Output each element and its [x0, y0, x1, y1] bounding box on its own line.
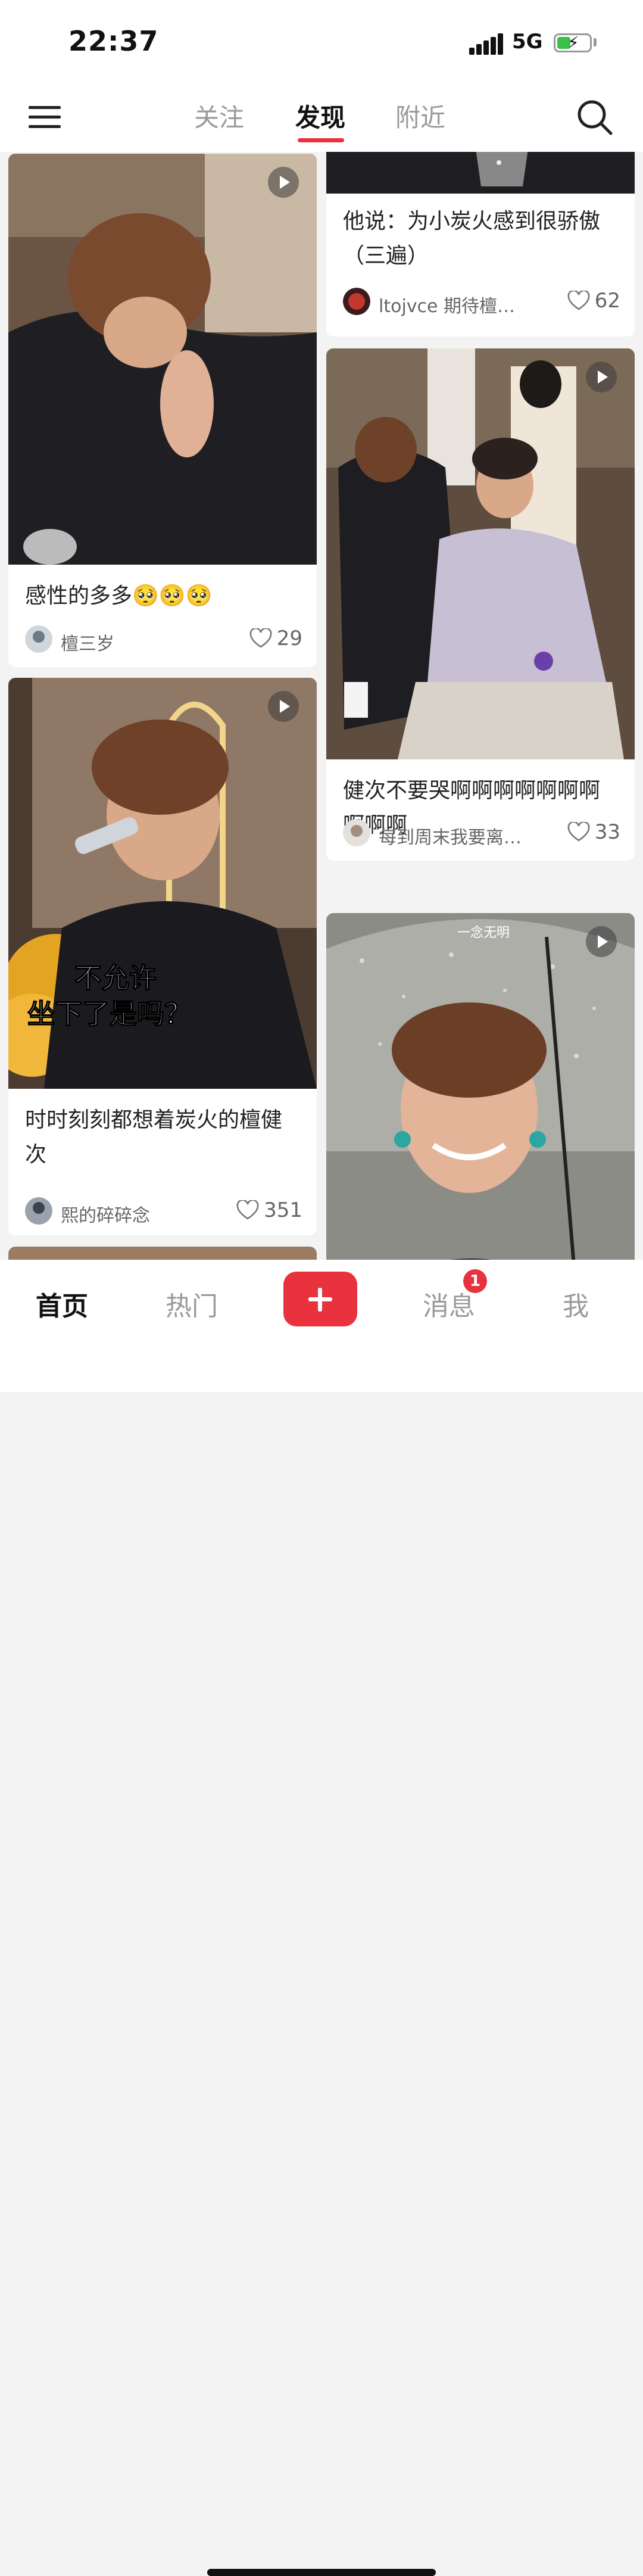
like-button[interactable]: 33 [567, 820, 620, 844]
post-meta: 熙的碎碎念 351 [25, 1197, 302, 1227]
bottom-tab-bar: 首页 热门 消息 1 我 [0, 1260, 643, 2576]
menu-icon[interactable] [29, 102, 62, 131]
tab-nearby[interactable]: 附近 [395, 98, 445, 134]
post-thumbnail: 不允许 坐下了是吗？ [8, 678, 317, 1089]
post-card[interactable]: 健次不要哭啊啊啊啊啊啊啊啊啊啊 每到周末我要离… 33 [326, 348, 635, 861]
author-name[interactable]: 每到周末我要离… [379, 823, 522, 849]
battery-icon: ⚡ [554, 33, 592, 52]
video-play-icon [268, 691, 299, 722]
heart-icon [236, 1200, 259, 1220]
tab-discover[interactable]: 发现 [295, 98, 345, 134]
post-title[interactable]: 感性的多多🥺🥺🥺 [25, 579, 302, 613]
heart-icon [567, 291, 590, 310]
signal-icon [469, 33, 503, 55]
post-thumbnail [8, 1247, 317, 1260]
like-button[interactable]: 62 [567, 289, 620, 313]
author-avatar[interactable] [25, 625, 52, 653]
svg-text:不允许: 不允许 [74, 962, 157, 994]
author-avatar[interactable] [343, 819, 370, 846]
post-card[interactable] [8, 1247, 317, 1260]
like-button[interactable]: 29 [249, 627, 302, 650]
top-nav: 关注 发现 附近 [0, 89, 643, 152]
post-card[interactable]: 他说：为小炭火感到很骄傲（三遍） ltojvce 期待檀健… 62 [326, 152, 635, 337]
like-count: 351 [264, 1198, 302, 1222]
post-meta: 檀三岁 29 [25, 625, 302, 655]
video-play-icon [586, 362, 617, 393]
heart-icon [249, 628, 272, 648]
author-name[interactable]: 熙的碎碎念 [61, 1201, 150, 1227]
message-badge: 1 [463, 1269, 487, 1293]
video-play-icon [268, 167, 299, 198]
post-card[interactable]: 一念无明 [326, 913, 635, 1260]
home-indicator [207, 2569, 436, 2576]
post-meta: 每到周末我要离… 33 [343, 819, 620, 849]
tab-trending[interactable]: 热门 [166, 1285, 218, 1323]
battery-cap [594, 38, 597, 46]
svg-text:坐下了是吗？: 坐下了是吗？ [27, 998, 192, 1030]
post-card[interactable]: 不允许 坐下了是吗？ 时时刻刻都想着炭火的檀健次 熙的碎碎念 351 [8, 678, 317, 1235]
feed[interactable]: 感性的多多🥺🥺🥺 檀三岁 29 不允许 坐下了是吗？ 时时刻刻都想着炭火的檀健次… [0, 152, 643, 1260]
search-icon[interactable] [575, 98, 614, 137]
post-meta: ltojvce 期待檀健… 62 [343, 288, 620, 317]
like-count: 33 [594, 820, 620, 844]
post-thumbnail [326, 348, 635, 759]
post-thumbnail [8, 154, 317, 565]
post-thumbnail [326, 152, 635, 194]
like-button[interactable]: 351 [236, 1198, 302, 1222]
post-title[interactable]: 时时刻刻都想着炭火的檀健次 [25, 1103, 293, 1172]
status-bar: 22:37 5G ⚡ [0, 0, 643, 89]
tab-following[interactable]: 关注 [194, 98, 244, 134]
post-title[interactable]: 他说：为小炭火感到很骄傲（三遍） [343, 204, 618, 273]
like-count: 29 [276, 627, 302, 650]
active-tab-indicator [298, 138, 344, 142]
author-avatar[interactable] [25, 1197, 52, 1225]
tab-home[interactable]: 首页 [36, 1285, 88, 1323]
like-count: 62 [594, 289, 620, 313]
video-play-icon [586, 926, 617, 957]
create-post-button[interactable] [283, 1272, 357, 1326]
author-name[interactable]: 檀三岁 [61, 629, 114, 655]
post-card[interactable]: 感性的多多🥺🥺🥺 檀三岁 29 [8, 154, 317, 667]
status-time: 22:37 [68, 25, 159, 57]
tab-profile[interactable]: 我 [563, 1285, 589, 1323]
heart-icon [567, 822, 590, 842]
author-avatar[interactable] [343, 288, 370, 315]
network-type: 5G [512, 30, 543, 54]
post-thumbnail: 一念无明 [326, 913, 635, 1260]
svg-text:一念无明: 一念无明 [457, 926, 510, 940]
author-name[interactable]: ltojvce 期待檀健… [379, 291, 527, 317]
